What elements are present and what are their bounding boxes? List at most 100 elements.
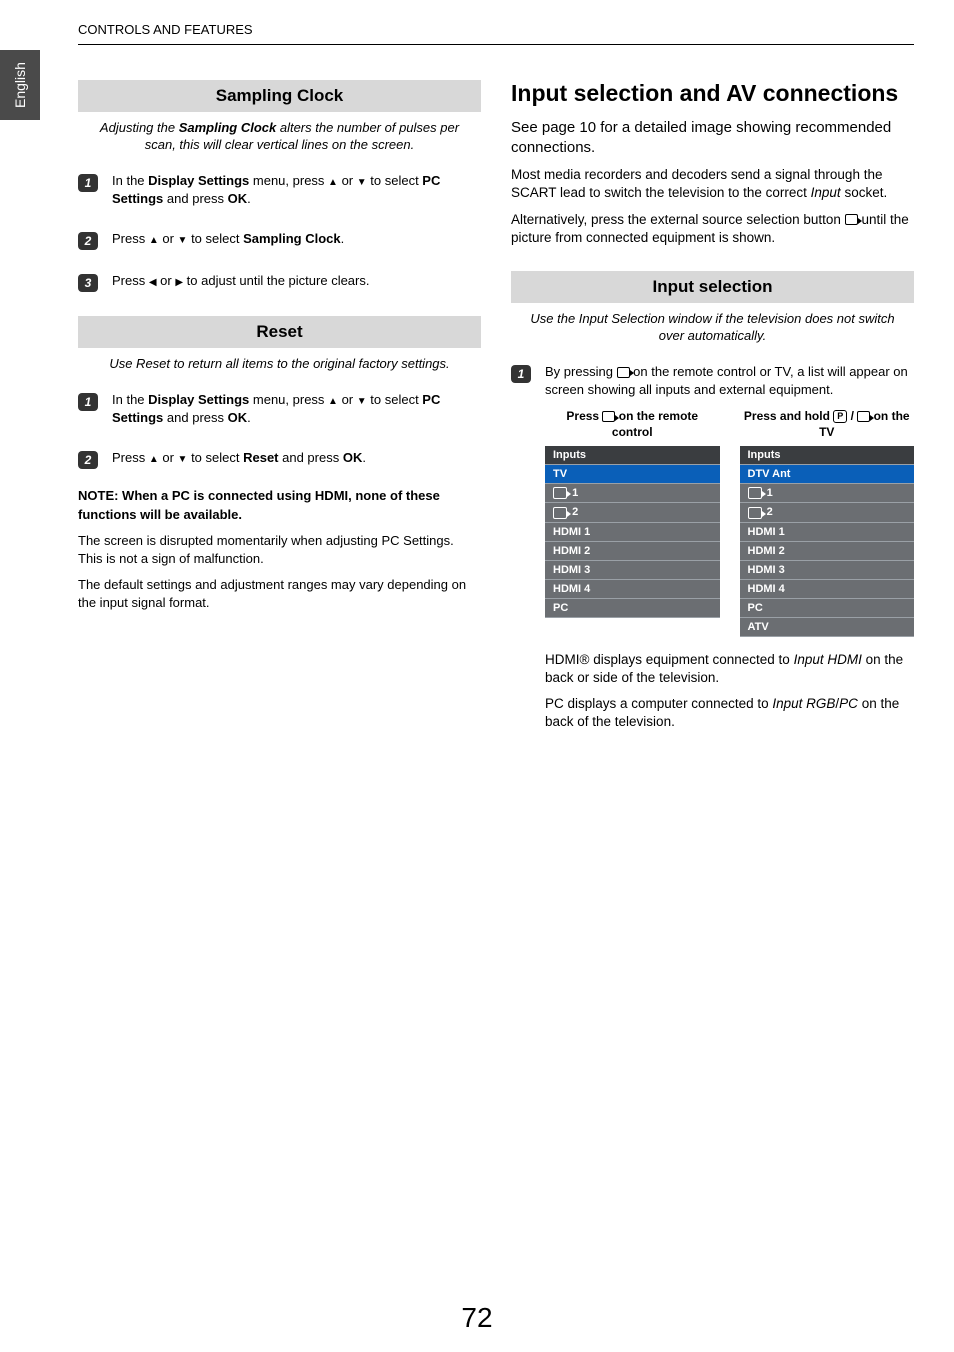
inputs-table-1: Inputs TV 1 2 HDMI 1 HDMI 2 HDMI 3 HDMI … (545, 446, 720, 617)
body-p3: Alternatively, press the external source… (511, 211, 914, 247)
input-icon (553, 487, 567, 499)
header-rule (78, 44, 914, 45)
table-row: HDMI 2 (740, 541, 915, 560)
source-icon (602, 411, 615, 422)
t: By pressing (545, 364, 617, 379)
t: and press (163, 410, 227, 425)
left-arrow-icon (149, 273, 157, 288)
input-icon (748, 507, 762, 519)
up-arrow-icon (328, 173, 338, 188)
sampling-clock-heading: Sampling Clock (78, 80, 481, 112)
t: . (341, 231, 345, 246)
right-column: Input selection and AV connections See p… (511, 80, 914, 739)
col-head: Press and hold P / on the TV (740, 409, 915, 440)
down-arrow-icon (178, 231, 188, 246)
t: OK (343, 450, 363, 465)
left-column: Sampling Clock Adjusting the Sampling Cl… (78, 80, 481, 739)
t: or (338, 173, 357, 188)
t: Sampling Clock (243, 231, 341, 246)
t: Press (566, 409, 602, 423)
footer-p2: PC displays a computer connected to Inpu… (545, 695, 914, 731)
inputs-col-remote: Press on the remote control Inputs TV 1 … (545, 409, 720, 636)
step-row: 1 By pressing on the remote control or T… (511, 363, 914, 399)
t: or (159, 450, 178, 465)
inputs-table-2: Inputs DTV Ant 1 2 HDMI 1 HDMI 2 HDMI 3 … (740, 446, 915, 636)
td: HDMI 2 (740, 541, 915, 560)
t: menu, press (249, 392, 328, 407)
step-text: Press or to select Sampling Clock. (112, 230, 344, 248)
t: to select (367, 173, 423, 188)
th: Inputs (545, 446, 720, 465)
note-p2: The default settings and adjustment rang… (78, 576, 481, 612)
step-badge-1: 1 (511, 365, 531, 383)
language-tab: English (0, 50, 40, 120)
step-badge-2: 2 (78, 232, 98, 250)
down-arrow-icon (178, 450, 188, 465)
t: Press (112, 450, 149, 465)
step-badge-1: 1 (78, 174, 98, 192)
t: In the (112, 392, 148, 407)
t: Input (811, 185, 841, 200)
t: In the (112, 173, 148, 188)
t: and press (279, 450, 343, 465)
t: menu, press (249, 173, 328, 188)
t: to select (187, 450, 243, 465)
up-arrow-icon (328, 392, 338, 407)
page-number: 72 (0, 1302, 954, 1334)
t: . (247, 191, 251, 206)
t: Press and hold (744, 409, 833, 423)
step-text: Press or to select Reset and press OK. (112, 449, 366, 467)
table-selected-row: TV (545, 465, 720, 484)
table-row: 1 (545, 484, 720, 503)
step-row: 1 In the Display Settings menu, press or… (78, 172, 481, 208)
source-icon (845, 214, 858, 225)
down-arrow-icon (357, 392, 367, 407)
t: 2 (767, 506, 773, 518)
reset-heading: Reset (78, 316, 481, 348)
table-row: 2 (740, 503, 915, 522)
t: . (247, 410, 251, 425)
down-arrow-icon (357, 173, 367, 188)
t: OK (228, 191, 248, 206)
inputs-tables: Press on the remote control Inputs TV 1 … (545, 409, 914, 636)
body-p2: Most media recorders and decoders send a… (511, 166, 914, 202)
table-row: HDMI 3 (740, 560, 915, 579)
t: Input RGB (772, 696, 835, 711)
t: Display Settings (148, 173, 249, 188)
table-row: HDMI 3 (545, 560, 720, 579)
t: to select (187, 231, 243, 246)
t: or (159, 231, 178, 246)
text-bold: Sampling Clock (179, 120, 277, 135)
table-header-row: Inputs (740, 446, 915, 465)
step-text: By pressing on the remote control or TV,… (545, 363, 914, 399)
table-header-row: Inputs (545, 446, 720, 465)
t: OK (228, 410, 248, 425)
td: HDMI 4 (545, 579, 720, 598)
table-row: HDMI 4 (545, 579, 720, 598)
table-selected-row: DTV Ant (740, 465, 915, 484)
table-row: HDMI 1 (740, 522, 915, 541)
step-row: 1 In the Display Settings menu, press or… (78, 391, 481, 427)
step-row: 2 Press or to select Sampling Clock. (78, 230, 481, 250)
step-row: 2 Press or to select Reset and press OK. (78, 449, 481, 469)
step-text: In the Display Settings menu, press or t… (112, 391, 481, 427)
td: HDMI 4 (740, 579, 915, 598)
t: Press (112, 231, 149, 246)
input-icon (553, 507, 567, 519)
t: Alternatively, press the external source… (511, 212, 845, 227)
table-row: PC (740, 598, 915, 617)
t: on the remote control (612, 409, 698, 439)
td: 1 (545, 484, 720, 503)
td: 2 (740, 503, 915, 522)
td: HDMI 1 (740, 522, 915, 541)
t: to select (367, 392, 423, 407)
table-row: 2 (545, 503, 720, 522)
td: HDMI 1 (545, 522, 720, 541)
reset-intro: Use Reset to return all items to the ori… (78, 356, 481, 383)
table-row: PC (545, 598, 720, 617)
table-row: HDMI 1 (545, 522, 720, 541)
table-row: ATV (740, 617, 915, 636)
td: PC (740, 598, 915, 617)
footer-p1: HDMI® displays equipment connected to In… (545, 651, 914, 687)
step-badge-2: 2 (78, 451, 98, 469)
